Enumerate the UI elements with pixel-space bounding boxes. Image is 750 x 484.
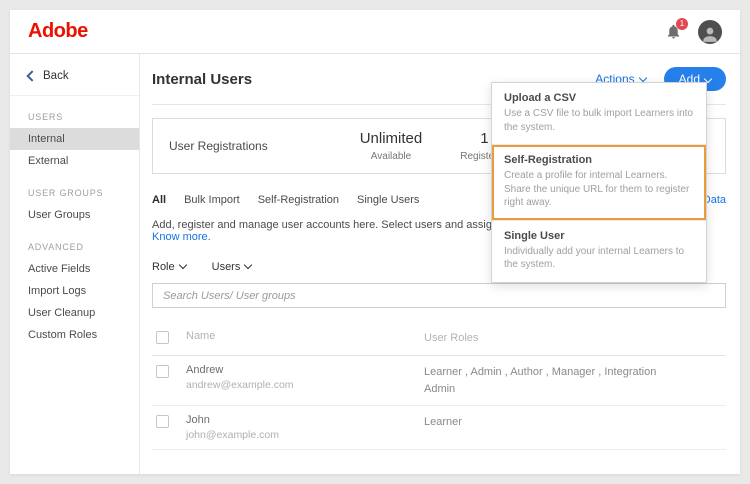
- row-checkbox[interactable]: [156, 415, 169, 428]
- sidebar-item-import-logs[interactable]: Import Logs: [10, 280, 139, 302]
- notification-badge: 1: [676, 18, 688, 30]
- available-value: Unlimited: [360, 130, 423, 147]
- column-header-name: Name: [186, 330, 424, 342]
- chevron-left-icon: [26, 70, 37, 81]
- back-button[interactable]: Back: [10, 54, 139, 96]
- user-roles: Learner: [424, 414, 726, 431]
- select-all-checkbox[interactable]: [156, 331, 169, 344]
- user-avatar[interactable]: [698, 20, 722, 44]
- adobe-logo[interactable]: Adobe: [28, 20, 88, 43]
- tab-bulk-import[interactable]: Bulk Import: [184, 194, 240, 206]
- dropdown-item-description: Individually add your internal Learners …: [504, 245, 694, 272]
- know-more-link[interactable]: Know more.: [152, 231, 211, 243]
- dropdown-item-description: Create a profile for internal Learners. …: [504, 169, 694, 210]
- users-filter-label: Users: [212, 261, 241, 273]
- sidebar-item-internal[interactable]: Internal: [10, 128, 139, 150]
- adobe-logo-text: Adobe: [28, 20, 88, 42]
- chevron-down-icon: [244, 261, 252, 269]
- person-icon: [700, 24, 720, 44]
- tab-all[interactable]: All: [152, 194, 166, 206]
- tab-self-registration[interactable]: Self-Registration: [258, 194, 339, 206]
- add-dropdown-menu: Upload a CSV Use a CSV file to bulk impo…: [491, 82, 707, 283]
- dropdown-item-title: Upload a CSV: [504, 92, 694, 104]
- search-input[interactable]: [152, 283, 726, 308]
- available-caption: Available: [360, 151, 423, 162]
- dropdown-item-single-user[interactable]: Single User Individually add your intern…: [492, 221, 706, 282]
- row-checkbox[interactable]: [156, 365, 169, 378]
- table-row[interactable]: John john@example.com Learner: [152, 406, 726, 450]
- notifications-button[interactable]: 1: [665, 23, 682, 40]
- top-header: Adobe 1: [10, 10, 740, 54]
- dropdown-item-description: Use a CSV file to bulk import Learners i…: [504, 107, 694, 134]
- header-right: 1: [665, 20, 722, 44]
- sidebar-section-advanced: ADVANCED: [10, 242, 139, 252]
- dropdown-item-title: Single User: [504, 230, 694, 242]
- role-filter[interactable]: Role: [152, 261, 186, 273]
- table-header-row: Name User Roles: [152, 322, 726, 356]
- user-roles: Learner , Admin , Author , Manager , Int…: [424, 364, 726, 397]
- chevron-down-icon: [638, 74, 646, 82]
- sidebar-section-users: USERS: [10, 112, 139, 122]
- table-row[interactable]: Andrew andrew@example.com Learner , Admi…: [152, 356, 726, 406]
- app-window: Adobe 1 Back USERS Internal External U: [10, 10, 740, 474]
- sidebar: Back USERS Internal External USER GROUPS…: [10, 54, 140, 474]
- user-email: andrew@example.com: [186, 379, 424, 391]
- users-filter[interactable]: Users: [212, 261, 252, 273]
- sidebar-item-user-cleanup[interactable]: User Cleanup: [10, 302, 139, 324]
- available-stat: Unlimited Available: [360, 130, 423, 162]
- sidebar-item-custom-roles[interactable]: Custom Roles: [10, 324, 139, 346]
- registrations-label: User Registrations: [169, 139, 268, 153]
- sidebar-item-active-fields[interactable]: Active Fields: [10, 258, 139, 280]
- user-name: Andrew: [186, 364, 424, 376]
- sidebar-item-external[interactable]: External: [10, 150, 139, 172]
- sidebar-section-user-groups: USER GROUPS: [10, 188, 139, 198]
- user-name: John: [186, 414, 424, 426]
- sidebar-item-user-groups[interactable]: User Groups: [10, 204, 139, 226]
- back-label: Back: [43, 70, 69, 82]
- dropdown-item-title: Self-Registration: [504, 154, 694, 166]
- users-table: Name User Roles Andrew andrew@example.co…: [152, 322, 726, 450]
- role-filter-label: Role: [152, 261, 175, 273]
- chevron-down-icon: [178, 261, 186, 269]
- user-email: john@example.com: [186, 429, 424, 441]
- dropdown-item-upload-csv[interactable]: Upload a CSV Use a CSV file to bulk impo…: [492, 83, 706, 145]
- column-header-user-roles: User Roles: [424, 330, 726, 347]
- page-title: Internal Users: [152, 71, 252, 88]
- dropdown-item-self-registration[interactable]: Self-Registration Create a profile for i…: [492, 145, 706, 221]
- screen: Adobe 1 Back USERS Internal External U: [0, 0, 750, 484]
- tab-single-users[interactable]: Single Users: [357, 194, 419, 206]
